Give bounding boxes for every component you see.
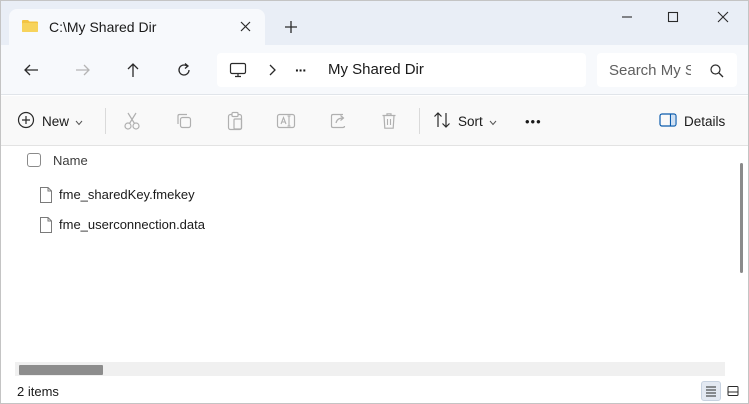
share-icon[interactable]	[326, 106, 350, 136]
plus-circle-icon	[17, 111, 35, 132]
details-pane-button[interactable]: Details	[659, 106, 725, 136]
command-bar: New Sort ••• Details	[1, 96, 748, 146]
sort-button[interactable]: Sort	[433, 106, 497, 136]
back-arrow-icon[interactable]	[16, 56, 46, 84]
search-icon[interactable]	[709, 63, 725, 79]
details-pane-icon	[659, 112, 677, 130]
copy-icon[interactable]	[172, 106, 196, 136]
list-item[interactable]: fme_sharedKey.fmekey	[31, 182, 711, 208]
title-bar: C:\My Shared Dir	[1, 1, 748, 45]
breadcrumb-current-folder[interactable]: My Shared Dir	[328, 61, 424, 78]
item-count: 2 items	[17, 384, 59, 399]
toolbar-divider	[419, 108, 420, 134]
column-header-name[interactable]: Name	[53, 153, 88, 168]
new-button[interactable]: New	[17, 106, 83, 136]
refresh-icon[interactable]	[169, 56, 199, 84]
list-item[interactable]: fme_userconnection.data	[31, 212, 711, 238]
search-input[interactable]	[609, 60, 691, 80]
file-name: fme_userconnection.data	[59, 217, 205, 232]
cut-icon[interactable]	[120, 106, 144, 136]
details-pane-label: Details	[684, 113, 726, 129]
select-all-checkbox[interactable]	[27, 153, 41, 167]
vertical-scrollbar[interactable]	[738, 159, 744, 359]
file-explorer-window: C:\My Shared Dir ··· My Shared Dir Searc…	[0, 0, 749, 404]
sort-button-label: Sort	[458, 113, 483, 129]
new-button-label: New	[42, 113, 70, 129]
up-arrow-icon[interactable]	[118, 56, 148, 84]
close-icon[interactable]	[700, 3, 746, 31]
folder-icon	[21, 19, 39, 33]
chevron-right-icon[interactable]	[267, 53, 277, 87]
breadcrumb[interactable]: ··· My Shared Dir	[217, 53, 586, 87]
vertical-scroll-thumb[interactable]	[740, 163, 743, 273]
tab-title: C:\My Shared Dir	[49, 19, 157, 35]
this-pc-icon[interactable]	[229, 53, 247, 87]
details-view-icon[interactable]	[701, 381, 721, 401]
breadcrumb-overflow[interactable]: ···	[295, 53, 307, 87]
sort-arrows-icon	[433, 111, 451, 132]
forward-arrow-icon[interactable]	[68, 56, 98, 84]
status-bar: 2 items	[1, 379, 748, 403]
tab-current-folder[interactable]: C:\My Shared Dir	[9, 9, 265, 45]
file-list: Name fme_sharedKey.fmekey fme_userconnec…	[1, 147, 748, 379]
address-bar: ··· My Shared Dir	[1, 45, 748, 95]
file-name: fme_sharedKey.fmekey	[59, 187, 195, 202]
rename-icon[interactable]	[274, 106, 298, 136]
more-options-button[interactable]: •••	[525, 106, 542, 136]
file-icon	[39, 186, 53, 204]
minimize-icon[interactable]	[604, 3, 650, 31]
horizontal-scrollbar[interactable]	[15, 362, 725, 376]
horizontal-scroll-thumb[interactable]	[19, 365, 103, 375]
maximize-icon[interactable]	[650, 3, 696, 31]
delete-icon[interactable]	[377, 106, 401, 136]
close-tab-icon[interactable]	[235, 16, 255, 36]
search-box[interactable]	[597, 53, 737, 87]
file-icon	[39, 216, 53, 234]
toolbar-divider	[105, 108, 106, 134]
chevron-down-icon	[489, 114, 497, 129]
paste-icon[interactable]	[223, 106, 247, 136]
new-tab-icon[interactable]	[277, 13, 305, 41]
chevron-down-icon	[75, 114, 83, 129]
tiles-view-icon[interactable]	[723, 381, 743, 401]
